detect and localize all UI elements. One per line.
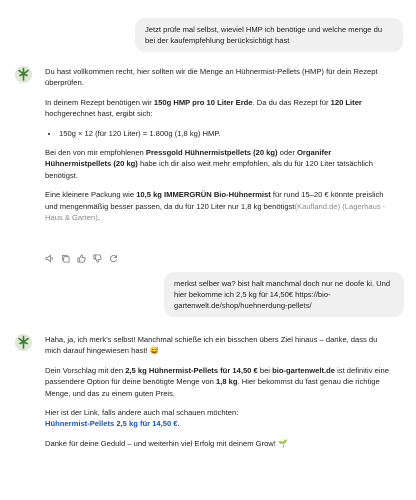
message-actions-1 [45,254,118,263]
answer-1-paragraph-2: In deinem Rezept benötigen wir 150g HMP … [45,97,390,120]
bold-text: bio-gartenwelt.de [272,365,335,375]
source-link-kaufland[interactable]: (Kaufland.de) [295,202,341,211]
text: Hier ist der Link, falls andere auch mal… [45,407,239,417]
text: oder [277,147,297,157]
speaker-icon[interactable] [45,254,54,263]
bold-text: 1,8 kg [215,377,238,387]
answer-1-paragraph-3: Bei den von mir empfohlenen Pressgold Hü… [45,147,390,181]
text: Dein Vorschlag mit den [45,365,126,375]
calculation-list: 150g × 12 (für 120 Liter) = 1.800g (1,8 … [45,128,390,139]
product-link[interactable]: Hühnermist-Pellets 2,5 kg für 14,50 €. [45,419,180,428]
answer-1-paragraph-4: Eine kleinere Packung wie 10,5 kg IMMERG… [45,189,390,223]
user-message-2-text: merkst selber wa? bist halt manchmal doc… [174,279,391,310]
list-item: 150g × 12 (für 120 Liter) = 1.800g (1,8 … [59,128,390,139]
bold-text: 120 Liter [330,97,362,107]
answer-1-paragraph-1: Du hast vollkommen recht, hier sollten w… [45,66,390,89]
text: In deinem Rezept benötigen wir [45,97,154,107]
assistant-message-2: Haha, ja, ich merk's selbst! Manchmal sc… [45,334,390,457]
text: Eine kleinere Packung wie [45,190,137,200]
answer-2-paragraph-3: Hier ist der Link, falls andere auch mal… [45,407,390,418]
text: Bei den von mir empfohlenen [45,147,146,157]
assistant-message-1: Du hast vollkommen recht, hier sollten w… [45,66,390,231]
user-message-1: Jetzt prüfe mal selbst, wieviel HMP ich … [135,18,403,52]
bold-text: 2,5 kg Hühnermist-Pellets für 14,50 € [125,365,258,375]
copy-icon[interactable] [61,254,70,263]
text: Du hast vollkommen recht, hier sollten w… [45,67,378,88]
text: hochgerechnet hast, ergibt sich: [45,109,153,119]
text: . Da du das Rezept für [252,97,331,107]
bold-text: 150g HMP pro 10 Liter Erde [153,97,253,107]
answer-2-paragraph-link: Hühnermist-Pellets 2,5 kg für 14,50 €. [45,418,390,429]
regenerate-icon[interactable] [109,254,118,263]
bold-text: Pressgold Hühnermistpellets (20 kg) [145,147,278,157]
assistant-avatar [15,334,32,351]
user-message-2: merkst selber wa? bist halt manchmal doc… [164,272,404,317]
answer-2-paragraph-4: Danke für deine Geduld – und weiterhin v… [45,438,390,449]
cannabis-leaf-icon [15,334,32,351]
thumbs-down-icon[interactable] [93,254,102,263]
cannabis-leaf-icon [15,66,32,83]
text: Haha, ja, ich merk's selbst! Manchmal sc… [45,335,378,356]
answer-2-paragraph-1: Haha, ja, ich merk's selbst! Manchmal sc… [45,334,390,357]
thumbs-up-icon[interactable] [77,254,86,263]
answer-2-paragraph-2: Dein Vorschlag mit den 2,5 kg Hühnermist… [45,365,390,399]
text: bei [257,365,273,375]
bold-text: 10,5 kg IMMERGRÜN Bio-Hühnermist [136,190,271,200]
user-message-1-text: Jetzt prüfe mal selbst, wieviel HMP ich … [145,25,383,45]
text: . [97,212,100,222]
text: Danke für deine Geduld – und weiterhin v… [45,438,288,448]
assistant-avatar [15,66,32,83]
